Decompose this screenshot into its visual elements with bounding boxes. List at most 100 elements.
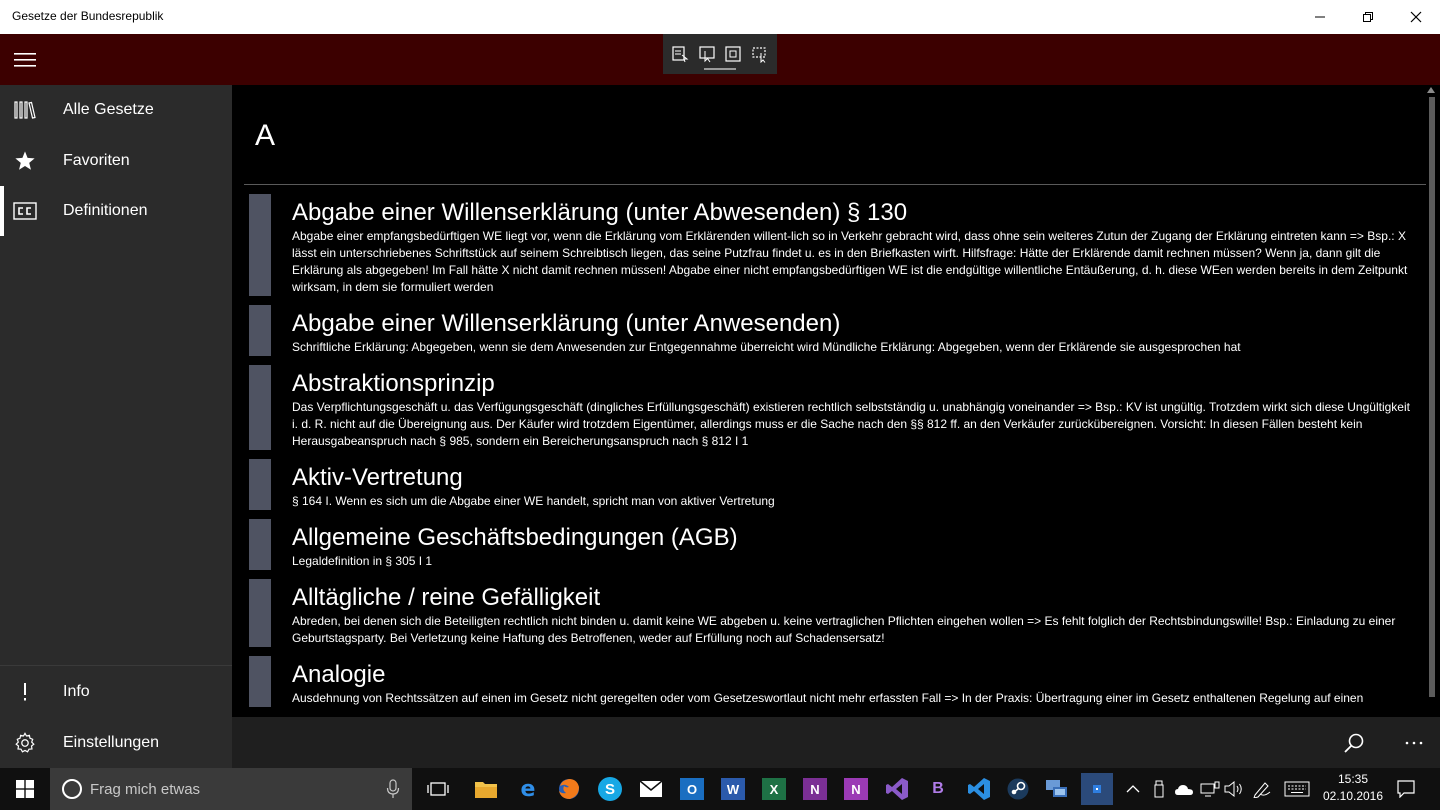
touch-keyboard-icon[interactable]	[1282, 768, 1312, 810]
definition-title: Alltägliche / reine Gefälligkeit	[292, 584, 601, 611]
clock-date: 02.10.2016	[1322, 789, 1384, 803]
definition-accent-bar	[249, 656, 271, 707]
toolbar-drag-handle[interactable]	[704, 68, 736, 70]
search-placeholder: Frag mich etwas	[90, 780, 201, 798]
definition-title: Allgemeine Geschäftsbedingungen (AGB)	[292, 524, 738, 551]
definition-description: Das Verpflichtungsgeschäft u. das Verfüg…	[292, 400, 1410, 448]
definition-accent-bar	[249, 519, 271, 570]
onenote-2016-icon[interactable]: N	[840, 773, 872, 805]
nav-item-label: Definitionen	[63, 202, 148, 219]
show-hidden-icons-button[interactable]	[1122, 768, 1144, 810]
nav-item-einstellungen[interactable]: Einstellungen	[0, 718, 232, 768]
window-title: Gesetze der Bundesrepublik	[12, 9, 164, 23]
firefox-icon[interactable]	[553, 773, 585, 805]
nav-item-label: Alle Gesetze	[63, 101, 154, 118]
navigation-pane: Alle Gesetze Favoriten Definitionen Info…	[0, 85, 232, 768]
visual-studio-icon[interactable]	[881, 773, 913, 805]
definitions-list-pane[interactable]: A Abgabe einer Willenserklärung (unter A…	[232, 85, 1440, 717]
windows-logo-icon	[16, 780, 34, 798]
action-center-button[interactable]	[1392, 768, 1420, 810]
info-icon	[0, 667, 50, 717]
outlook-icon[interactable]: O	[676, 773, 708, 805]
pen-workspace-icon[interactable]	[1250, 768, 1274, 810]
network-status-icon[interactable]	[1198, 768, 1222, 810]
nav-item-favoriten[interactable]: Favoriten	[0, 136, 232, 186]
skype-icon[interactable]: S	[594, 773, 626, 805]
cortana-search-box[interactable]: Frag mich etwas	[50, 768, 412, 810]
usb-device-icon[interactable]	[1148, 768, 1170, 810]
definition-list: Abgabe einer Willenserklärung (unter Abw…	[249, 194, 1419, 716]
definition-item[interactable]: Abgabe einer Willenserklärung (unter Abw…	[249, 194, 1419, 296]
start-button[interactable]	[0, 768, 50, 810]
volume-icon[interactable]	[1222, 768, 1246, 810]
mail-icon[interactable]	[635, 773, 667, 805]
vs-code-icon[interactable]	[963, 773, 995, 805]
microphone-icon[interactable]	[386, 779, 400, 799]
edge-icon[interactable]: e	[512, 773, 544, 805]
gear-icon	[0, 718, 50, 768]
definition-title: Abgabe einer Willenserklärung (unter Abw…	[292, 199, 908, 226]
taskbar-clock[interactable]: 15:35 02.10.2016	[1318, 771, 1388, 805]
task-view-icon[interactable]	[422, 773, 454, 805]
track-selection-icon	[752, 47, 766, 63]
nav-item-alle-gesetze[interactable]: Alle Gesetze	[0, 85, 232, 135]
vertical-scrollbar-thumb[interactable]	[1429, 97, 1435, 697]
definition-item[interactable]: Aktiv-Vertretung § 164 I. Wenn es sich u…	[249, 459, 1419, 510]
definition-title: Aktiv-Vertretung	[292, 464, 463, 491]
minimize-button[interactable]	[1296, 0, 1344, 34]
more-options-button[interactable]	[1390, 717, 1438, 768]
definition-item[interactable]: Alltägliche / reine Gefälligkeit Abreden…	[249, 579, 1419, 647]
nav-item-info[interactable]: Info	[0, 667, 232, 717]
blend-icon[interactable]: B	[922, 773, 954, 805]
cortana-icon	[62, 779, 82, 799]
sidebar-divider	[0, 665, 232, 666]
definition-accent-bar	[249, 579, 271, 647]
hamburger-icon	[14, 52, 36, 67]
pointer-button[interactable]	[696, 43, 718, 65]
network-icon[interactable]	[1041, 773, 1073, 805]
search-button[interactable]	[1330, 717, 1378, 768]
definition-accent-bar	[249, 305, 271, 356]
definition-description: Ausdehnung von Rechtssätzen auf einen im…	[292, 691, 1364, 705]
section-header-letter: A	[255, 119, 276, 152]
nav-item-definitionen[interactable]: Definitionen	[0, 186, 232, 236]
nav-item-label: Einstellungen	[63, 734, 160, 751]
definition-title: Analogie	[292, 661, 386, 688]
chevron-up-icon	[1126, 785, 1140, 793]
frame-icon	[725, 46, 741, 62]
frame-button[interactable]	[722, 43, 744, 65]
definition-item[interactable]: Abstraktionsprinzip Das Verpflichtungsge…	[249, 365, 1419, 450]
close-button[interactable]	[1392, 0, 1440, 34]
closed-caption-icon	[0, 186, 50, 236]
onenote-icon[interactable]: N	[799, 773, 831, 805]
window-titlebar: Gesetze der Bundesrepublik	[0, 0, 1440, 34]
onedrive-icon[interactable]	[1172, 768, 1196, 810]
clock-time: 15:35	[1337, 772, 1369, 786]
star-icon	[0, 136, 50, 186]
library-icon	[0, 85, 50, 135]
definition-description: § 164 I. Wenn es sich um die Abgabe eine…	[292, 494, 775, 508]
definition-accent-bar	[249, 459, 271, 510]
definition-description: Abreden, bei denen sich die Beteiligten …	[292, 614, 1396, 645]
track-selection-button[interactable]	[749, 43, 771, 65]
definition-item[interactable]: Allgemeine Geschäftsbedingungen (AGB) Le…	[249, 519, 1419, 570]
restore-button[interactable]	[1344, 0, 1392, 34]
section-divider	[244, 184, 1426, 185]
definition-item[interactable]: Analogie Ausdehnung von Rechtssätzen auf…	[249, 656, 1419, 707]
select-element-button[interactable]	[669, 43, 691, 65]
word-icon[interactable]: W	[717, 773, 749, 805]
steam-icon[interactable]	[1002, 773, 1034, 805]
definition-description: Legaldefinition in § 305 I 1	[292, 554, 433, 568]
file-explorer-icon[interactable]	[470, 773, 502, 805]
hamburger-menu-button[interactable]	[0, 34, 50, 85]
definition-item[interactable]: Abgabe einer Willenserklärung (unter Anw…	[249, 305, 1419, 356]
excel-icon[interactable]: X	[758, 773, 790, 805]
windows-taskbar: Frag mich etwas e S O W X N N B 15:35 02…	[0, 768, 1440, 810]
notification-icon	[1397, 780, 1415, 798]
definition-description: Schriftliche Erklärung: Abgegeben, wenn …	[292, 340, 1241, 354]
select-element-icon	[672, 46, 689, 63]
scroll-up-arrow-icon[interactable]	[1427, 87, 1435, 93]
nav-item-label: Favoriten	[63, 152, 130, 169]
gesetze-app-icon[interactable]	[1081, 773, 1113, 805]
definition-title: Abstraktionsprinzip	[292, 370, 495, 397]
